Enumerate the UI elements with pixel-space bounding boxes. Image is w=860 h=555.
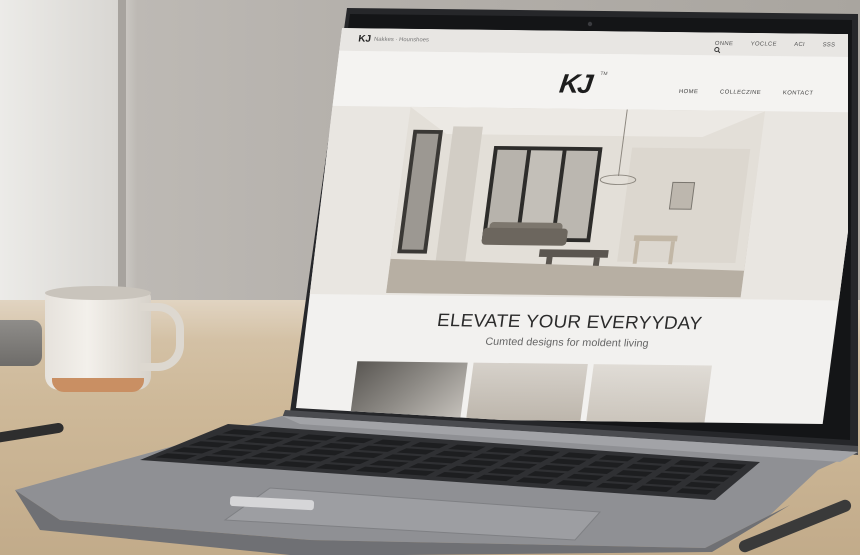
keyboard-key bbox=[655, 472, 691, 480]
keyboard-key bbox=[549, 458, 587, 466]
keyboard-keys bbox=[155, 429, 747, 495]
keyboard-key bbox=[460, 459, 499, 467]
keyboard-key bbox=[282, 440, 322, 447]
keyboard-key bbox=[676, 488, 713, 495]
keyboard-key bbox=[372, 439, 412, 446]
keyboard-key bbox=[566, 473, 604, 481]
keyboard-key bbox=[222, 429, 263, 436]
keyboard-key bbox=[235, 458, 277, 465]
keyboard-key bbox=[693, 475, 730, 482]
keyboard-key bbox=[195, 455, 237, 463]
keyboard-key bbox=[538, 464, 576, 472]
keyboard-key bbox=[555, 480, 594, 487]
keyboard-key bbox=[527, 471, 565, 478]
keyboard-key bbox=[448, 465, 487, 473]
keyboard-key bbox=[344, 451, 384, 459]
keyboard-key bbox=[172, 447, 214, 454]
keyboard-key bbox=[329, 457, 370, 465]
keyboard-key bbox=[485, 447, 523, 454]
keyboard-key bbox=[664, 466, 700, 473]
keyboard-key bbox=[473, 453, 511, 460]
keyboard-key bbox=[408, 463, 448, 470]
keyboard-key bbox=[396, 448, 436, 455]
keyboard-key bbox=[211, 449, 253, 457]
keyboard-key bbox=[320, 443, 360, 450]
keyboard-key bbox=[205, 435, 246, 442]
keyboard-key bbox=[275, 461, 317, 468]
keyboard-key bbox=[598, 454, 635, 462]
keyboard-key bbox=[635, 485, 673, 493]
keyboard-key bbox=[227, 443, 269, 451]
keyboard-key bbox=[487, 468, 526, 475]
keyboard-key bbox=[499, 462, 538, 469]
keyboard-key bbox=[515, 477, 554, 484]
keyboard-key bbox=[711, 462, 747, 470]
keyboard-key bbox=[243, 437, 284, 445]
keyboard-key bbox=[511, 456, 549, 463]
keyboard-key bbox=[250, 452, 292, 459]
keyboard-key bbox=[290, 455, 331, 462]
keyboard-key bbox=[335, 436, 374, 444]
photo-scene: KJ Nakkes · Hounshoes ONNE YOCLCE ACI SS… bbox=[0, 0, 860, 555]
keyboard-key bbox=[355, 466, 396, 474]
keyboard-key bbox=[358, 445, 398, 452]
keyboard-key bbox=[383, 454, 422, 461]
keyboard-key bbox=[369, 460, 409, 467]
keyboard-key bbox=[305, 449, 345, 456]
keyboard-key bbox=[577, 467, 615, 474]
keyboard-key bbox=[395, 469, 435, 476]
keyboard-key bbox=[606, 476, 643, 483]
keyboard-key bbox=[626, 463, 663, 471]
keyboard-key bbox=[421, 457, 461, 464]
keyboard-key bbox=[188, 441, 230, 448]
keyboard-key bbox=[684, 481, 721, 489]
keyboard-key bbox=[315, 463, 356, 471]
keyboard-key bbox=[266, 446, 307, 453]
keyboard-key bbox=[595, 482, 634, 490]
keyboard-key bbox=[410, 442, 449, 449]
keyboard-key bbox=[259, 431, 300, 438]
keyboard-key bbox=[448, 444, 486, 451]
keyboard-key bbox=[435, 472, 475, 479]
keyboard-key bbox=[702, 469, 738, 476]
keyboard-key bbox=[645, 479, 682, 486]
keyboard-key bbox=[435, 450, 473, 458]
keyboard-key bbox=[616, 470, 653, 477]
keyboard-key bbox=[475, 474, 515, 482]
keyboard-key bbox=[155, 453, 198, 460]
keyboard-key bbox=[297, 434, 337, 441]
keyboard-key bbox=[588, 461, 625, 468]
keyboard-key bbox=[636, 457, 672, 464]
keyboard-key bbox=[523, 449, 561, 457]
keyboard-key bbox=[561, 452, 598, 459]
keyboard-key bbox=[674, 460, 710, 467]
